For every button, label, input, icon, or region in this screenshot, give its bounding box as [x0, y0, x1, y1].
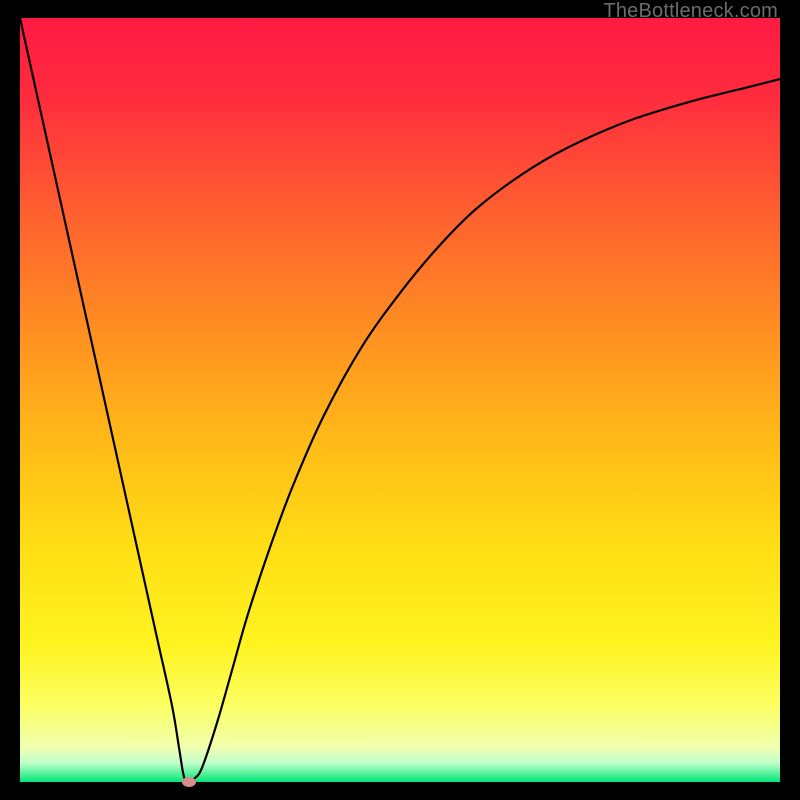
optimal-point-marker [182, 777, 196, 787]
curve-layer [20, 18, 780, 782]
chart-container: TheBottleneck.com [0, 0, 800, 800]
bottleneck-curve [20, 18, 780, 782]
watermark-text: TheBottleneck.com [603, 0, 778, 23]
plot-area [20, 18, 780, 782]
